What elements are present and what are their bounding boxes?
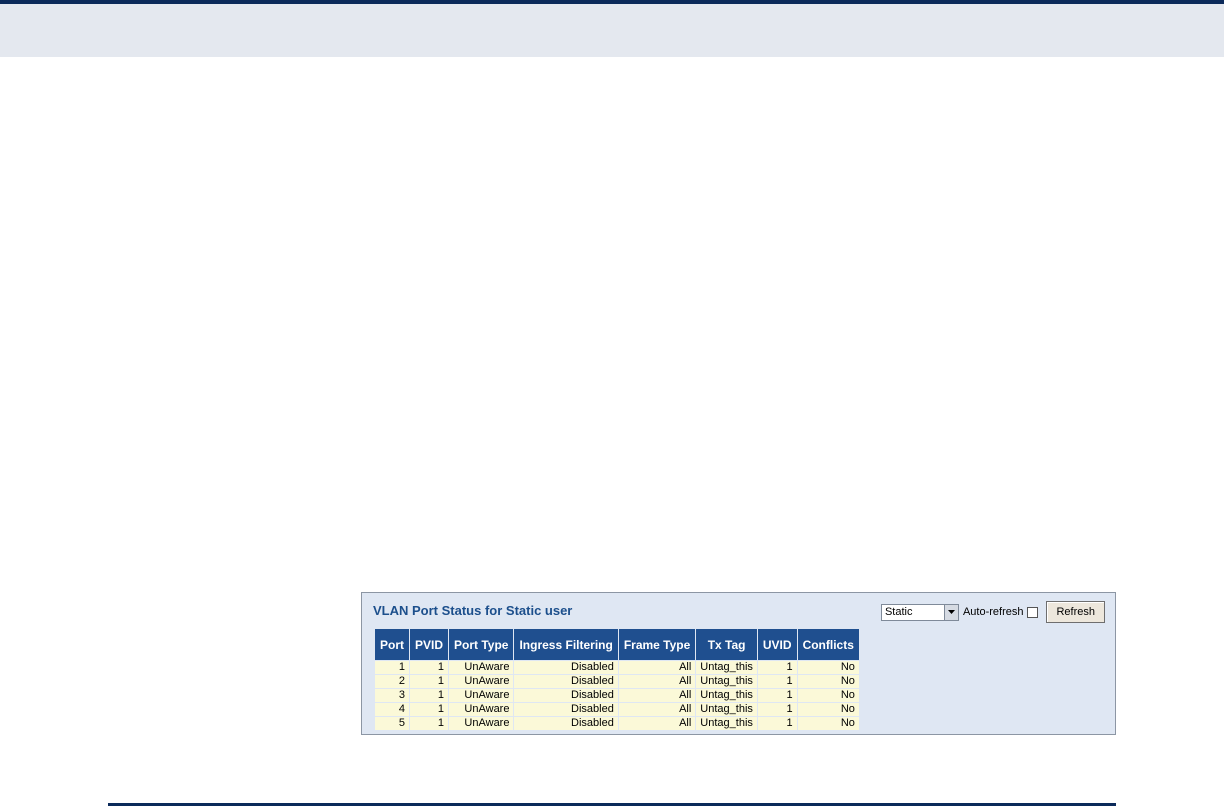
col-port: Port	[374, 628, 410, 661]
cell-port-type: UnAware	[448, 660, 515, 675]
vlan-port-table: Port PVID Port Type Ingress Filtering Fr…	[374, 628, 860, 731]
cell-frame-type: All	[617, 716, 697, 731]
cell-pvid: 1	[408, 702, 450, 717]
cell-tx-tag: Untag_this	[695, 688, 758, 703]
cell-pvid: 1	[408, 716, 450, 731]
user-select-value: Static	[884, 606, 913, 618]
cell-ingress-filtering: Disabled	[513, 716, 619, 731]
panel-title: VLAN Port Status for Static user	[373, 603, 573, 618]
vlan-port-status-panel: VLAN Port Status for Static user Static …	[361, 592, 1116, 735]
col-port-type: Port Type	[448, 628, 515, 661]
cell-tx-tag: Untag_this	[695, 702, 758, 717]
cell-pvid: 1	[408, 688, 450, 703]
auto-refresh-label: Auto-refresh	[962, 606, 1024, 618]
cell-frame-type: All	[617, 674, 697, 689]
cell-port: 1	[374, 660, 410, 675]
cell-frame-type: All	[617, 660, 697, 675]
auto-refresh-checkbox[interactable]	[1027, 606, 1039, 618]
table-row: 3 1 UnAware Disabled All Untag_this 1 No	[374, 688, 860, 703]
cell-port: 3	[374, 688, 410, 703]
cell-tx-tag: Untag_this	[695, 674, 758, 689]
col-tx-tag: Tx Tag	[695, 628, 758, 661]
cell-tx-tag: Untag_this	[695, 716, 758, 731]
cell-uvid: 1	[756, 674, 798, 689]
table-row: 5 1 UnAware Disabled All Untag_this 1 No	[374, 716, 860, 731]
table-row: 1 1 UnAware Disabled All Untag_this 1 No	[374, 660, 860, 675]
cell-port: 5	[374, 716, 410, 731]
table-row: 2 1 UnAware Disabled All Untag_this 1 No	[374, 674, 860, 689]
user-select[interactable]: Static	[880, 603, 959, 621]
cell-tx-tag: Untag_this	[695, 660, 758, 675]
col-frame-type: Frame Type	[617, 628, 697, 661]
cell-frame-type: All	[617, 688, 697, 703]
cell-uvid: 1	[756, 660, 798, 675]
col-uvid: UVID	[756, 628, 798, 661]
cell-conflicts: No	[796, 688, 860, 703]
cell-uvid: 1	[756, 716, 798, 731]
cell-uvid: 1	[756, 688, 798, 703]
cell-conflicts: No	[796, 702, 860, 717]
cell-pvid: 1	[408, 674, 450, 689]
panel-controls: Static Auto-refresh Refresh	[880, 601, 1105, 623]
refresh-button[interactable]: Refresh	[1046, 601, 1105, 623]
col-ingress-filtering: Ingress Filtering	[513, 628, 619, 661]
header-band	[0, 4, 1224, 57]
cell-ingress-filtering: Disabled	[513, 674, 619, 689]
table-row: 4 1 UnAware Disabled All Untag_this 1 No	[374, 702, 860, 717]
cell-pvid: 1	[408, 660, 450, 675]
col-conflicts: Conflicts	[796, 628, 860, 661]
cell-uvid: 1	[756, 702, 798, 717]
col-pvid: PVID	[408, 628, 450, 661]
chevron-down-icon[interactable]	[943, 604, 958, 620]
cell-port-type: UnAware	[448, 674, 515, 689]
cell-conflicts: No	[796, 660, 860, 675]
cell-port-type: UnAware	[448, 702, 515, 717]
cell-port: 2	[374, 674, 410, 689]
cell-ingress-filtering: Disabled	[513, 660, 619, 675]
table-header-row: Port PVID Port Type Ingress Filtering Fr…	[374, 628, 860, 661]
cell-conflicts: No	[796, 716, 860, 731]
cell-conflicts: No	[796, 674, 860, 689]
cell-port-type: UnAware	[448, 716, 515, 731]
cell-ingress-filtering: Disabled	[513, 688, 619, 703]
cell-frame-type: All	[617, 702, 697, 717]
cell-port-type: UnAware	[448, 688, 515, 703]
cell-ingress-filtering: Disabled	[513, 702, 619, 717]
bottom-rule	[108, 803, 1116, 806]
cell-port: 4	[374, 702, 410, 717]
